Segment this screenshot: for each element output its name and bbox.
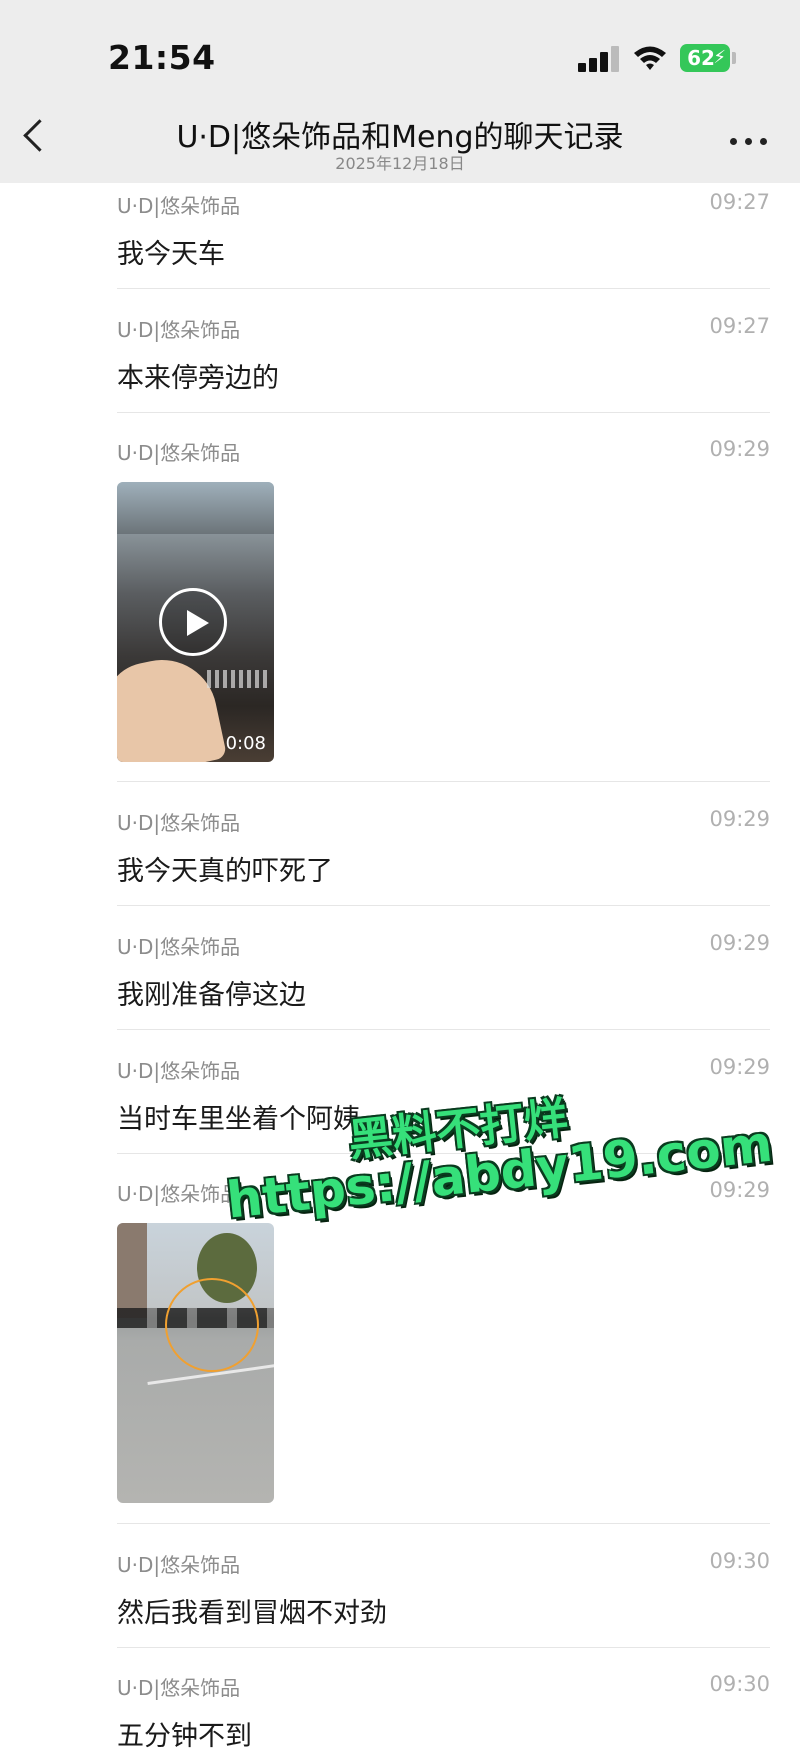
divider <box>117 1523 770 1524</box>
divider <box>117 781 770 782</box>
message-sender: U·D|悠朵饰品 <box>117 935 241 959</box>
message-time: 09:27 <box>709 190 770 214</box>
message-time: 09:29 <box>709 807 770 831</box>
message-text[interactable]: 本来停旁边的 <box>117 356 279 395</box>
divider <box>117 412 770 413</box>
more-icon[interactable] <box>730 138 770 148</box>
photo-thumbnail[interactable] <box>117 1223 274 1503</box>
wifi-icon <box>634 46 666 70</box>
divider <box>117 1647 770 1648</box>
message-text[interactable]: 我今天真的吓死了 <box>117 849 333 888</box>
message-sender: U·D|悠朵饰品 <box>117 1059 241 1083</box>
header: 21:54 62 ⚡ U·D|悠朵饰品和Meng的聊天记录 2025年12月18… <box>0 0 800 183</box>
signal-icon <box>578 46 622 72</box>
message-sender: U·D|悠朵饰品 <box>117 1676 241 1700</box>
chat-date: 2025年12月18日 <box>335 154 465 173</box>
charging-icon: ⚡ <box>713 47 726 68</box>
message-time: 09:29 <box>709 931 770 955</box>
battery-level: 62 <box>687 46 715 70</box>
message-time: 09:30 <box>709 1672 770 1696</box>
message-time: 09:29 <box>709 437 770 461</box>
video-duration: 0:08 <box>225 733 266 754</box>
message-time: 09:29 <box>709 1055 770 1079</box>
message-text[interactable]: 我今天车 <box>117 232 225 271</box>
message-sender: U·D|悠朵饰品 <box>117 811 241 835</box>
battery-icon: 62 ⚡ <box>680 44 736 72</box>
message-sender: U·D|悠朵饰品 <box>117 1182 241 1206</box>
message-text[interactable]: 五分钟不到 <box>117 1714 252 1753</box>
message-time: 09:27 <box>709 314 770 338</box>
message-text[interactable]: 然后我看到冒烟不对劲 <box>117 1591 387 1630</box>
message-time: 09:29 <box>709 1178 770 1202</box>
video-thumbnail[interactable]: 0:08 <box>117 482 274 762</box>
message-sender: U·D|悠朵饰品 <box>117 318 241 342</box>
message-time: 09:30 <box>709 1549 770 1573</box>
divider <box>117 288 770 289</box>
play-icon[interactable] <box>159 588 227 656</box>
divider <box>117 1029 770 1030</box>
message-text[interactable]: 我刚准备停这边 <box>117 973 306 1012</box>
message-text[interactable]: 当时车里坐着个阿姨 <box>117 1097 360 1136</box>
message-sender: U·D|悠朵饰品 <box>117 194 241 218</box>
status-time: 21:54 <box>108 38 216 77</box>
message-sender: U·D|悠朵饰品 <box>117 441 241 465</box>
divider <box>117 905 770 906</box>
message-sender: U·D|悠朵饰品 <box>117 1553 241 1577</box>
